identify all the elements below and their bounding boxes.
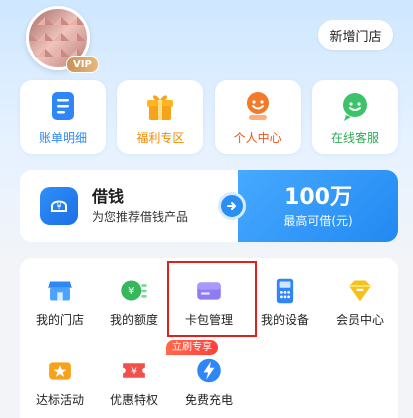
service-label: 我的门店 <box>35 313 84 327</box>
svg-text:¥: ¥ <box>56 202 61 211</box>
quick-action-label: 在线客服 <box>330 130 379 145</box>
loan-title: 借钱 <box>92 187 125 206</box>
loan-icon: ¥ <box>40 187 78 225</box>
svg-text:¥: ¥ <box>131 367 137 377</box>
loan-amount: 100万 <box>284 184 352 210</box>
service-target-activity[interactable]: 达标活动 <box>23 344 97 408</box>
service-my-store[interactable]: 我的门店 <box>23 264 97 328</box>
service-label: 会员中心 <box>335 313 384 327</box>
loan-banner[interactable]: ¥ 借钱 为您推荐借钱产品 <box>20 170 242 242</box>
credit-limit-icon: ¥ <box>121 280 147 301</box>
quick-action-bill-details[interactable]: 账单明细 <box>20 80 106 154</box>
vip-badge: VIP <box>66 56 99 73</box>
highlight-box <box>167 261 257 337</box>
loan-subtitle: 为您推荐借钱产品 <box>92 210 189 224</box>
quick-action-welfare-zone[interactable]: 福利专区 <box>117 80 204 154</box>
quick-action-label: 个人中心 <box>233 130 282 145</box>
member-icon <box>349 280 371 302</box>
profile-area[interactable]: VIP <box>26 6 99 74</box>
quick-actions: 账单明细 福利专区 个人中心 在线客服 <box>20 80 398 154</box>
service-my-device[interactable]: 我的设备 <box>248 264 322 328</box>
discount-icon: ¥ <box>123 363 145 378</box>
quick-action-online-service[interactable]: 在线客服 <box>311 80 398 154</box>
service-discount-privilege[interactable]: ¥ 优惠特权 <box>97 344 171 408</box>
add-store-button[interactable]: 新增门店 <box>318 20 393 50</box>
device-icon <box>276 278 294 304</box>
store-icon <box>48 281 72 301</box>
service-my-credit-limit[interactable]: ¥ 我的额度 <box>97 264 171 328</box>
service-label: 免费充电 <box>184 393 233 407</box>
promo-tag: 立刷专享 <box>166 340 218 355</box>
quick-action-label: 福利专区 <box>136 130 185 145</box>
loan-limit-panel[interactable]: 100万 最高可借(元) <box>238 170 398 242</box>
gift-icon <box>147 94 174 120</box>
quick-action-label: 账单明细 <box>38 130 87 145</box>
svg-text:¥: ¥ <box>128 286 134 297</box>
person-icon <box>246 91 269 120</box>
service-label: 我的额度 <box>109 313 158 327</box>
service-label: 达标活动 <box>35 393 84 407</box>
quick-action-personal-center[interactable]: 个人中心 <box>214 80 301 154</box>
service-label: 优惠特权 <box>109 393 158 407</box>
chat-icon <box>342 92 367 121</box>
arrow-right-icon[interactable] <box>218 192 246 220</box>
service-member-center[interactable]: 会员中心 <box>323 264 397 328</box>
activity-icon <box>49 362 71 380</box>
service-label: 我的设备 <box>260 313 309 327</box>
charging-icon <box>197 358 221 383</box>
bill-icon <box>52 91 74 120</box>
loan-amount-label: 最高可借(元) <box>283 213 353 228</box>
